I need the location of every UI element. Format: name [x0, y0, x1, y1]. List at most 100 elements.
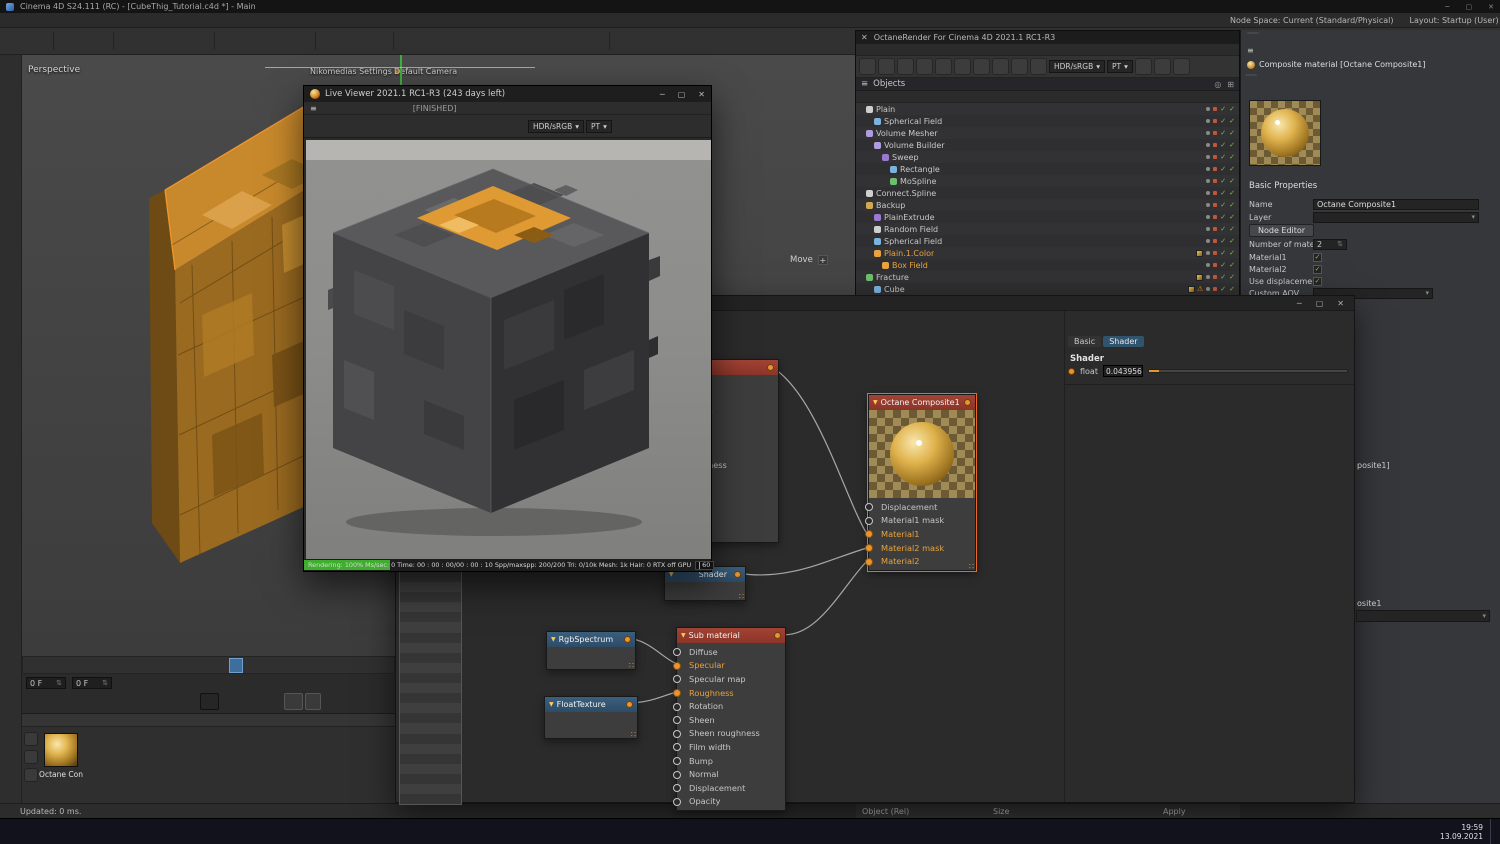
- input-pin-row[interactable]: Diffuse: [673, 645, 785, 659]
- toolbar-icon[interactable]: [615, 31, 641, 52]
- enable-dot[interactable]: [1206, 203, 1211, 207]
- taskbar-app-icon[interactable]: [744, 821, 766, 843]
- transport-button[interactable]: [323, 693, 342, 710]
- texture-menu-item[interactable]: [400, 602, 461, 612]
- toolbar-icon[interactable]: [266, 31, 287, 52]
- octane-palette-icon[interactable]: [835, 213, 849, 227]
- enable-dot[interactable]: [1206, 263, 1211, 267]
- texture-menu-item[interactable]: [400, 632, 461, 643]
- octane-palette-icon[interactable]: [835, 175, 849, 189]
- toolbar-icon[interactable]: [214, 32, 215, 50]
- transport-button[interactable]: [242, 693, 261, 710]
- texture-menu-item[interactable]: [400, 744, 461, 754]
- octane-palette-icon[interactable]: [835, 80, 849, 94]
- live-viewer-tool-icon[interactable]: [654, 117, 672, 135]
- side-icon[interactable]: [24, 750, 38, 764]
- editor-visibility-check[interactable]: ✓: [1220, 249, 1226, 257]
- tool-icon[interactable]: [2, 128, 20, 146]
- live-viewer-tool-icon[interactable]: [614, 117, 632, 135]
- gpu-field[interactable]: 60: [695, 560, 715, 570]
- texture-menu-item[interactable]: [400, 733, 461, 744]
- editor-visibility-check[interactable]: ✓: [1220, 237, 1226, 245]
- octane-tool-icon[interactable]: [1153, 58, 1171, 75]
- input-pin-row[interactable]: Film width: [673, 740, 785, 754]
- texture-menu-item[interactable]: [400, 753, 461, 764]
- octane-palette-icon[interactable]: [835, 156, 849, 170]
- render-dot[interactable]: [1213, 275, 1218, 279]
- editor-visibility-check[interactable]: ✓: [1220, 273, 1226, 281]
- editor-visibility-check[interactable]: ✓: [1220, 177, 1226, 185]
- resize-handle[interactable]: ∷: [739, 593, 744, 601]
- use-displacement-checkbox[interactable]: ✓: [1313, 276, 1322, 286]
- toolbar-icon[interactable]: [165, 31, 186, 52]
- input-pin-row[interactable]: Material1: [865, 527, 975, 541]
- taskbar-app-icon[interactable]: [536, 821, 558, 843]
- texture-menu-item[interactable]: [400, 582, 461, 592]
- octane-tool-icon[interactable]: [878, 58, 895, 75]
- editor-visibility-check[interactable]: ✓: [1220, 189, 1226, 197]
- render-visibility-check[interactable]: ✓: [1229, 249, 1235, 257]
- editor-visibility-check[interactable]: ✓: [1220, 117, 1226, 125]
- object-tree-row[interactable]: Random Field ⚠ ✓ ✓: [856, 223, 1239, 235]
- render-dot[interactable]: [1213, 191, 1218, 195]
- render-visibility-check[interactable]: ✓: [1229, 213, 1235, 221]
- render-visibility-check[interactable]: ✓: [1229, 141, 1235, 149]
- texture-menu-item[interactable]: [400, 773, 461, 784]
- object-tree-row[interactable]: Rectangle ⚠ ✓ ✓: [856, 163, 1239, 175]
- toolbar-icon[interactable]: [289, 31, 310, 52]
- enable-dot[interactable]: [1206, 107, 1211, 111]
- octane-palette-icon[interactable]: [832, 55, 852, 75]
- transport-button[interactable]: [263, 693, 282, 710]
- tool-icon[interactable]: [2, 151, 20, 169]
- node-header[interactable]: ▼ Sub material: [677, 628, 785, 643]
- texture-menu-item[interactable]: [400, 683, 461, 693]
- toolbar-icon[interactable]: [113, 32, 114, 50]
- transport-button[interactable]: [221, 693, 240, 710]
- enable-dot[interactable]: [1206, 251, 1211, 255]
- render-dot[interactable]: [1213, 155, 1218, 159]
- render-dot[interactable]: [1213, 287, 1218, 291]
- toolbar-icon[interactable]: [142, 31, 163, 52]
- texture-tag-icon[interactable]: [1196, 249, 1204, 257]
- taskbar-app-icon[interactable]: [588, 821, 610, 843]
- toolbar-icon[interactable]: [514, 31, 535, 52]
- enable-dot[interactable]: [1206, 131, 1211, 135]
- texture-menu-item[interactable]: [400, 652, 461, 663]
- taskbar-app-icon[interactable]: [822, 821, 844, 843]
- enable-dot[interactable]: [1206, 179, 1211, 183]
- output-pin[interactable]: [624, 636, 631, 643]
- render-dot[interactable]: [1213, 131, 1218, 135]
- toolbar-icon[interactable]: [399, 31, 420, 52]
- object-tree-row[interactable]: Volume Mesher ⚠ ✓ ✓: [856, 127, 1239, 139]
- octane-tool-icon[interactable]: [992, 58, 1009, 75]
- render-dot[interactable]: [1213, 215, 1218, 219]
- tool-icon[interactable]: [2, 59, 20, 77]
- timeline-ruler[interactable]: [22, 656, 395, 674]
- editor-visibility-check[interactable]: ✓: [1220, 285, 1226, 293]
- render-visibility-check[interactable]: ✓: [1229, 117, 1235, 125]
- enable-dot[interactable]: [1206, 287, 1211, 291]
- show-desktop-button[interactable]: [1490, 819, 1494, 844]
- render-visibility-check[interactable]: ✓: [1229, 201, 1235, 209]
- resize-handle[interactable]: ∷: [629, 662, 634, 670]
- subtab[interactable]: [1284, 74, 1296, 76]
- taskbar-app-icon[interactable]: [770, 821, 792, 843]
- editor-visibility-check[interactable]: ✓: [1220, 201, 1226, 209]
- side-icon[interactable]: [24, 732, 38, 746]
- texture-tag-icon[interactable]: [1187, 285, 1195, 293]
- toolbar-icon[interactable]: [583, 31, 604, 52]
- name-input-fragment[interactable]: ▾: [1356, 610, 1490, 622]
- tool-icon[interactable]: [2, 82, 20, 100]
- object-tree-row[interactable]: Sweep ⚠ ✓ ✓: [856, 151, 1239, 163]
- subtab[interactable]: [1258, 74, 1270, 76]
- subtab[interactable]: [1385, 474, 1397, 476]
- taskbar-app-icon[interactable]: [666, 821, 688, 843]
- node-header[interactable]: ▼ RgbSpectrum: [547, 632, 635, 647]
- taskbar-app-icon[interactable]: [692, 821, 714, 843]
- toolbar-icon[interactable]: [53, 32, 54, 50]
- taskbar-app-icon[interactable]: [1030, 821, 1052, 843]
- input-pin-row[interactable]: Material2: [865, 554, 975, 568]
- input-pin-row[interactable]: Displacement: [673, 781, 785, 795]
- transport-button[interactable]: [344, 693, 363, 710]
- input-pin-row[interactable]: Material2 mask: [865, 541, 975, 555]
